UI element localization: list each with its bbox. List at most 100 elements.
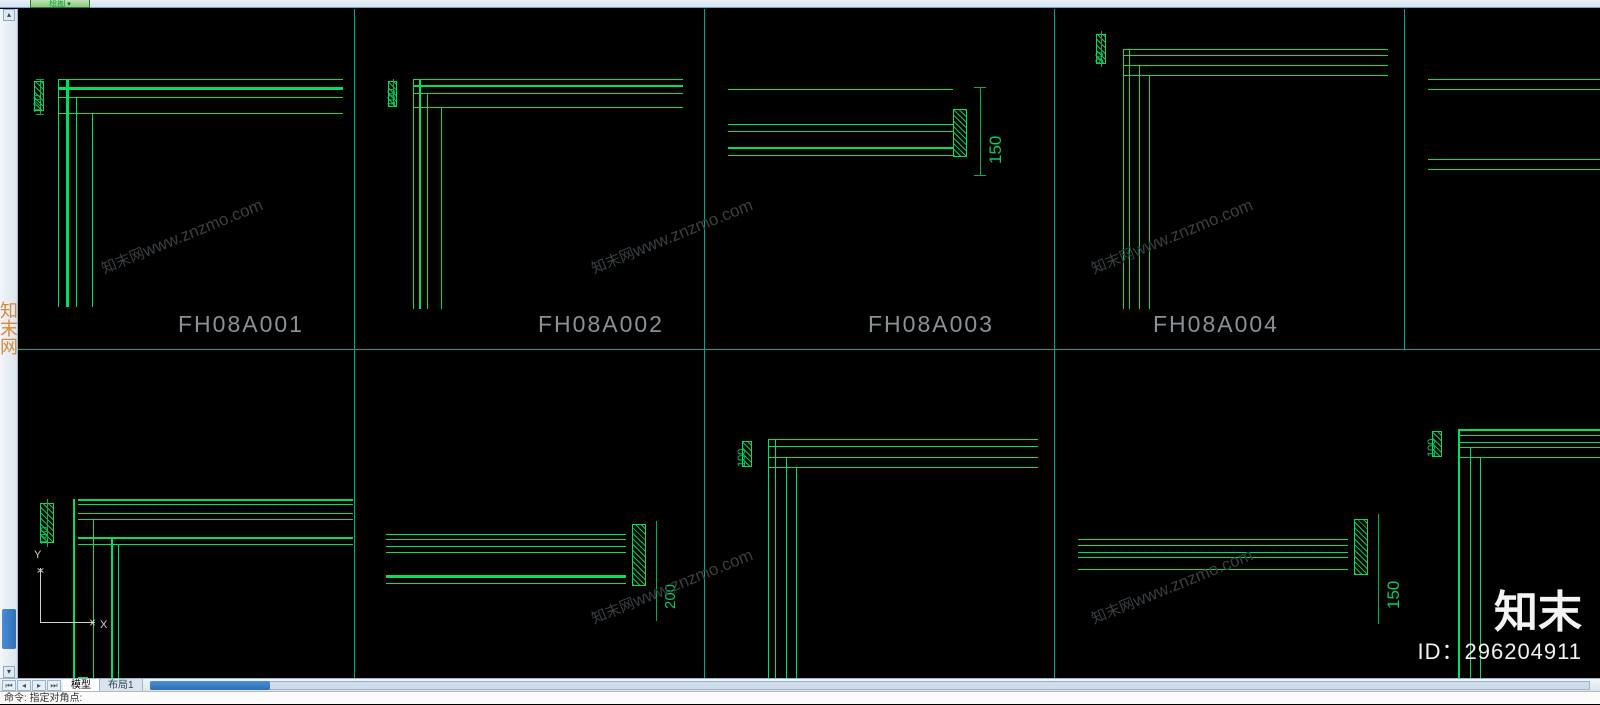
stroke [58, 79, 343, 80]
stroke [775, 439, 776, 678]
stroke [1458, 447, 1600, 448]
dim-line [1378, 514, 1379, 624]
part-code: FH08A001 [178, 311, 304, 338]
tab-last-icon[interactable]: ⏭ [47, 680, 61, 691]
stroke [1123, 49, 1124, 309]
stroke [728, 147, 953, 149]
stroke [1428, 169, 1600, 170]
stroke [728, 124, 953, 125]
dim-100c: 100 [1426, 439, 1438, 457]
command-line[interactable]: 命令: 指定对角点: [0, 691, 1600, 704]
stroke [728, 89, 953, 90]
stroke [1428, 79, 1600, 80]
stroke [386, 552, 626, 553]
stroke [1123, 49, 1388, 50]
stroke [386, 534, 626, 535]
stroke [92, 113, 93, 307]
stroke [413, 85, 683, 87]
dim-90: 90 [1094, 52, 1106, 64]
stroke [76, 97, 77, 307]
model-viewport[interactable]: 120 FH08A001 100 FH08A002 150 FH08A003 9… [18, 9, 1600, 678]
profile-hatch [953, 109, 967, 157]
ucs-y-label: Y [34, 549, 41, 561]
stroke [58, 97, 343, 98]
tab-next-icon[interactable]: ▸ [32, 680, 46, 691]
stroke [768, 467, 1038, 468]
layout-tab-bar: ⏮ ◂ ▸ ⏭ 模型 布局1 [0, 678, 1600, 691]
dim-100: 100 [386, 89, 398, 107]
stroke [58, 79, 59, 307]
dim-line [656, 521, 657, 621]
tab-prev-icon[interactable]: ◂ [17, 680, 31, 691]
dim-120: 120 [32, 95, 44, 113]
grid-line [1404, 9, 1405, 349]
profile-hatch [632, 524, 646, 586]
stroke [58, 87, 343, 90]
dim-140: 140 [39, 527, 51, 545]
stroke [386, 575, 626, 578]
stroke [419, 79, 421, 309]
stroke [1480, 457, 1481, 678]
stroke [427, 93, 428, 309]
draw-dropdown[interactable]: 绘图▾ [30, 0, 90, 8]
dim-200: 200 [662, 584, 679, 609]
stroke [1078, 539, 1348, 540]
watermark: 知末网www.znzmo.com [1088, 194, 1256, 278]
stroke [768, 439, 1038, 440]
ucs-x-axis [40, 622, 95, 623]
stroke [1078, 557, 1348, 558]
stroke [1428, 159, 1600, 160]
stroke [1149, 75, 1150, 309]
stroke [796, 467, 797, 678]
stroke [118, 544, 119, 678]
dim-150b: 150 [1384, 581, 1404, 609]
vertical-scroll-thumb[interactable] [2, 609, 16, 649]
draw-dropdown-label: 绘图 [49, 0, 65, 8]
scroll-down-arrow-icon[interactable]: ▾ [3, 666, 15, 678]
hscroll-track[interactable] [150, 681, 1590, 690]
stroke [1123, 55, 1388, 56]
watermark: 知末网www.znzmo.com [98, 194, 266, 278]
dim-100b: 100 [736, 449, 748, 467]
command-line-text: 命令: 指定对角点: [4, 693, 82, 704]
stroke [386, 583, 626, 584]
stroke [786, 457, 787, 678]
grid-line [1054, 9, 1055, 678]
part-code: FH08A003 [868, 311, 994, 338]
ucs-x-label: X [100, 619, 107, 631]
profile-hatch [1354, 519, 1368, 575]
vertical-scrollbar[interactable]: ▴ ▾ [0, 9, 18, 678]
stroke [1458, 429, 1460, 678]
decor-band [1458, 435, 1600, 443]
stroke [78, 519, 353, 520]
stroke [78, 537, 353, 539]
tab-first-icon[interactable]: ⏮ [2, 680, 16, 691]
grid-line [704, 9, 705, 678]
stroke [1458, 429, 1600, 431]
stroke [413, 79, 414, 309]
dim-line [36, 79, 44, 80]
stroke [66, 79, 69, 307]
stroke [728, 131, 953, 132]
ucs-y-axis [40, 568, 41, 623]
grid-line [18, 349, 1600, 350]
hscroll-thumb[interactable] [150, 681, 270, 690]
stroke [78, 544, 353, 545]
stroke [413, 79, 683, 80]
stroke [728, 155, 953, 156]
dim-line [980, 87, 981, 175]
stroke [768, 446, 1038, 447]
scroll-up-arrow-icon[interactable]: ▴ [3, 9, 15, 21]
stroke [768, 457, 1038, 458]
ucs-icon: Y X [30, 553, 110, 633]
stroke [768, 439, 769, 678]
part-code: FH08A004 [1153, 311, 1279, 338]
stroke [1078, 569, 1348, 570]
decor-band [78, 504, 353, 514]
stroke [1470, 447, 1471, 678]
stroke [1123, 75, 1388, 76]
dim-150: 150 [986, 136, 1006, 164]
chevron-down-icon: ▾ [67, 1, 71, 8]
part-code: FH08A002 [538, 311, 664, 338]
stroke [58, 113, 343, 114]
